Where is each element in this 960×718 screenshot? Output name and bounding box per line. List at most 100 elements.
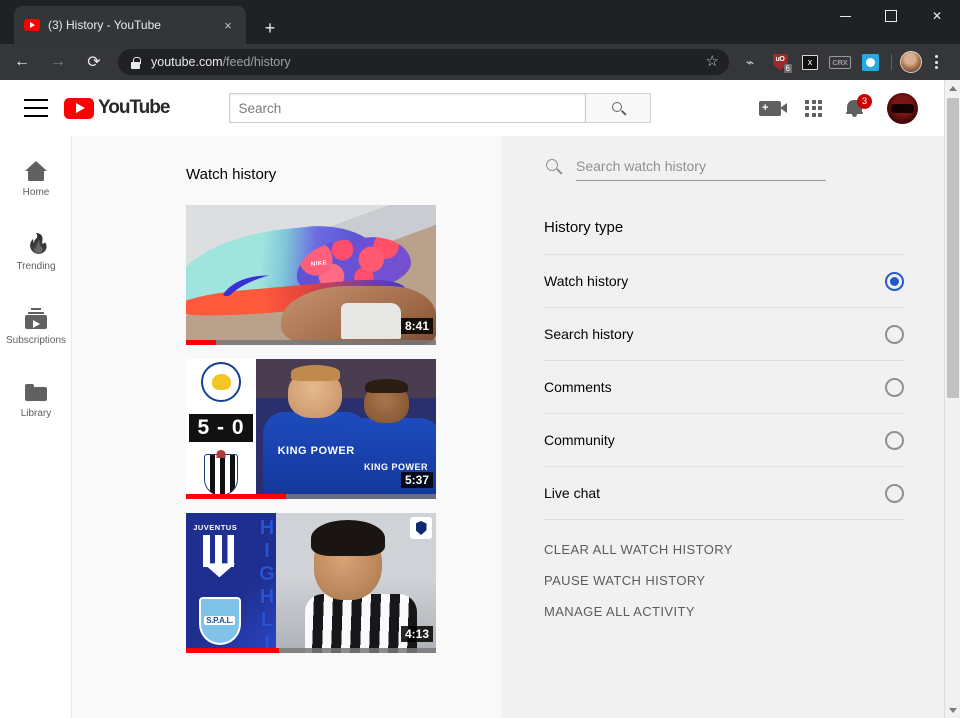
- three-dot-menu-icon[interactable]: [924, 49, 948, 75]
- search-icon: [546, 159, 562, 175]
- history-type-option-community[interactable]: Community: [544, 413, 904, 466]
- history-search[interactable]: Search watch history: [544, 136, 904, 181]
- apps-button[interactable]: [805, 99, 822, 117]
- apps-grid-icon: [805, 99, 822, 117]
- crx-glyph: CRX: [829, 55, 851, 69]
- youtube-sidebar: Home Trending Subscriptions Library: [0, 136, 72, 718]
- home-icon: [25, 160, 47, 181]
- new-tab-button[interactable]: +: [256, 14, 284, 42]
- hamburger-menu-icon[interactable]: [24, 99, 48, 117]
- history-type-option-watch-history[interactable]: Watch history: [544, 254, 904, 307]
- kit-sponsor-text: KING POWER: [277, 444, 355, 457]
- browser-tab[interactable]: (3) History - YouTube ×: [14, 6, 246, 44]
- blue-media-extension-icon[interactable]: [857, 49, 883, 75]
- option-label: Comments: [544, 379, 612, 395]
- option-label: Live chat: [544, 485, 601, 501]
- sidebar-item-label: Home: [22, 186, 50, 198]
- team-b-name: S.P.A.L.: [204, 616, 235, 626]
- option-label: Watch history: [544, 273, 629, 289]
- video-list: NIKE 8:41 5 - 0 KING POWER KING POWER 5:…: [186, 205, 502, 653]
- address-bar[interactable]: youtube.com/feed/history ☆: [118, 49, 729, 75]
- library-folder-icon: [25, 383, 47, 402]
- youtube-logo-text: YouTube: [98, 97, 170, 118]
- scrollbar-thumb[interactable]: [947, 98, 959, 398]
- scroll-up-arrow[interactable]: [945, 80, 960, 96]
- radio-button[interactable]: [885, 483, 904, 503]
- radio-button[interactable]: [885, 324, 904, 344]
- sidebar-item-library[interactable]: Library: [0, 364, 72, 438]
- history-type-option-search-history[interactable]: Search history: [544, 307, 904, 360]
- team-a-name: JUVENTUS: [193, 522, 238, 532]
- history-filter-panel: Search watch history History type Watch …: [502, 136, 944, 718]
- notifications-button[interactable]: 3: [846, 93, 872, 118]
- chrome-profile-avatar[interactable]: [900, 51, 922, 73]
- video-duration: 5:37: [400, 472, 433, 488]
- forward-button[interactable]: →: [44, 48, 72, 76]
- watch-progress-bar: [186, 340, 436, 345]
- youtube-logo[interactable]: YouTube: [64, 97, 170, 119]
- create-video-button[interactable]: +: [759, 100, 787, 116]
- list-item[interactable]: 5 - 0 KING POWER KING POWER 5:37: [186, 359, 436, 499]
- close-tab-icon[interactable]: ×: [218, 15, 238, 35]
- reload-button[interactable]: ⟳: [80, 48, 108, 76]
- sidebar-item-home[interactable]: Home: [0, 142, 72, 216]
- url-domain: youtube.com: [151, 55, 223, 69]
- crx-extension-icon[interactable]: CRX: [827, 49, 853, 75]
- search-input[interactable]: Search: [229, 93, 587, 123]
- window-close-extension-icon[interactable]: x: [797, 49, 823, 75]
- ublock-origin-icon[interactable]: uO 6: [767, 49, 793, 75]
- blue-media-glyph: [861, 53, 879, 71]
- pause-watch-history-button[interactable]: PAUSE WATCH HISTORY: [544, 573, 904, 588]
- url-path: /feed/history: [222, 55, 291, 69]
- scroll-down-arrow[interactable]: [945, 702, 960, 718]
- search-icon: [611, 101, 625, 115]
- avatar[interactable]: [887, 92, 918, 124]
- radio-button[interactable]: [885, 430, 904, 450]
- ublock-badge: 6: [783, 64, 792, 73]
- youtube-favicon-icon: [24, 19, 40, 31]
- history-type-option-comments[interactable]: Comments: [544, 360, 904, 413]
- tab-title: (3) History - YouTube: [48, 18, 161, 32]
- list-item[interactable]: JUVENTUS S.P.A.L. HIGHLIGHT 4:13: [186, 513, 436, 653]
- history-actions: CLEAR ALL WATCH HISTORY PAUSE WATCH HIST…: [544, 519, 904, 619]
- sidebar-item-subscriptions[interactable]: Subscriptions: [0, 290, 72, 364]
- close-window-button[interactable]: ✕: [914, 0, 960, 32]
- manage-all-activity-button[interactable]: MANAGE ALL ACTIVITY: [544, 604, 904, 619]
- watch-history-list: Watch history NIKE 8:41 5 - 0 KING POWER…: [72, 136, 502, 718]
- list-item[interactable]: NIKE 8:41: [186, 205, 436, 345]
- maximize-button[interactable]: [868, 0, 914, 32]
- leicester-newcastle-thumbnail: 5 - 0 KING POWER KING POWER: [186, 359, 436, 499]
- history-type-option-live-chat[interactable]: Live chat: [544, 466, 904, 519]
- nike-swoosh-icon: [222, 275, 270, 297]
- bookmark-star-icon[interactable]: ☆: [706, 53, 719, 71]
- radio-button[interactable]: [885, 377, 904, 397]
- sidebar-item-trending[interactable]: Trending: [0, 216, 72, 290]
- sidebar-item-label: Subscriptions: [5, 335, 67, 346]
- search-placeholder: Search: [238, 100, 282, 116]
- back-button[interactable]: ←: [8, 48, 36, 76]
- match-score: 5 - 0: [189, 414, 253, 442]
- newcastle-crest-icon: [204, 454, 238, 496]
- clear-all-watch-history-button[interactable]: CLEAR ALL WATCH HISTORY: [544, 542, 904, 557]
- search-watch-history-input[interactable]: Search watch history: [576, 158, 826, 181]
- page-title: Watch history: [186, 166, 277, 183]
- youtube-masthead: YouTube Search + 3: [0, 80, 944, 136]
- search-button[interactable]: [586, 93, 652, 123]
- extensions-area: ⌁ uO 6 x CRX: [735, 49, 960, 75]
- page-viewport: YouTube Search + 3 Home 🔥 Trending Subsc…: [0, 80, 960, 718]
- leicester-crest-icon: [201, 362, 241, 402]
- share-icon[interactable]: ⌁: [737, 49, 763, 75]
- minimize-button[interactable]: [822, 0, 868, 32]
- share-glyph: ⌁: [745, 53, 755, 70]
- window-close-glyph: x: [802, 54, 818, 70]
- url-text: youtube.com/feed/history: [151, 55, 291, 69]
- history-type-heading: History type: [544, 219, 624, 236]
- spal-crest-icon: S.P.A.L.: [198, 596, 241, 645]
- video-duration: 4:13: [400, 626, 433, 642]
- youtube-search: Search: [229, 93, 652, 123]
- video-camera-plus-icon: +: [759, 100, 787, 116]
- radio-button[interactable]: [885, 271, 904, 291]
- page-scrollbar[interactable]: [944, 80, 960, 718]
- subscriptions-icon: [25, 308, 47, 329]
- kit-sponsor-text: KING POWER: [364, 461, 429, 472]
